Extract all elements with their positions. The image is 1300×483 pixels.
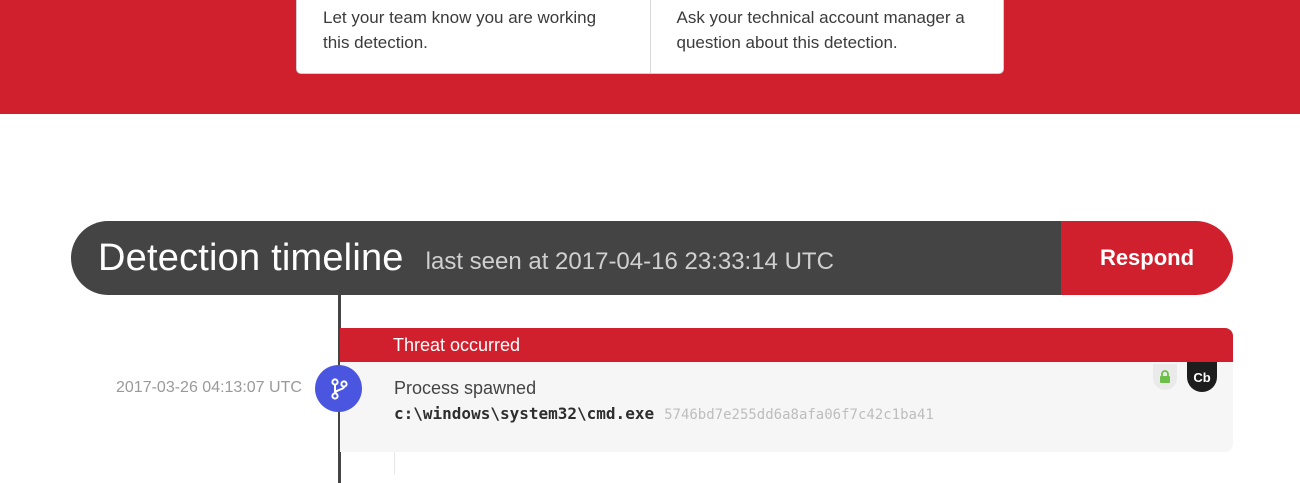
lock-icon[interactable]: [1153, 364, 1177, 390]
detection-timeline-header: Detection timeline last seen at 2017-04-…: [71, 221, 1233, 295]
process-path: c:\windows\system32\cmd.exe 5746bd7e255dd…: [394, 404, 934, 423]
timeline-title-bar: Detection timeline last seen at 2017-04-…: [71, 221, 1061, 295]
event-card[interactable]: Threat occurred Process spawned c:\windo…: [340, 328, 1233, 452]
event-type: Process spawned: [394, 378, 537, 398]
event-timestamp: 2017-03-26 04:13:07 UTC: [116, 379, 302, 396]
event-header: Threat occurred: [340, 328, 1233, 362]
respond-button[interactable]: Respond: [1061, 221, 1233, 295]
branch-icon: [315, 365, 362, 412]
process-hash: 5746bd7e255dd6a8afa06f7c42c1ba41: [664, 407, 934, 423]
ask-tam-card[interactable]: Ask your technical account manager a que…: [649, 0, 1004, 73]
last-seen-text: last seen at 2017-04-16 23:33:14 UTC: [425, 248, 834, 275]
action-cards: Let your team know you are working this …: [296, 0, 1004, 74]
timeline-sub-line: [394, 452, 395, 474]
notify-team-card[interactable]: Let your team know you are working this …: [297, 0, 650, 73]
cb-badge[interactable]: Cb: [1187, 362, 1217, 392]
process-path-text: c:\windows\system32\cmd.exe: [394, 404, 655, 423]
timeline-title: Detection timeline: [98, 236, 404, 279]
